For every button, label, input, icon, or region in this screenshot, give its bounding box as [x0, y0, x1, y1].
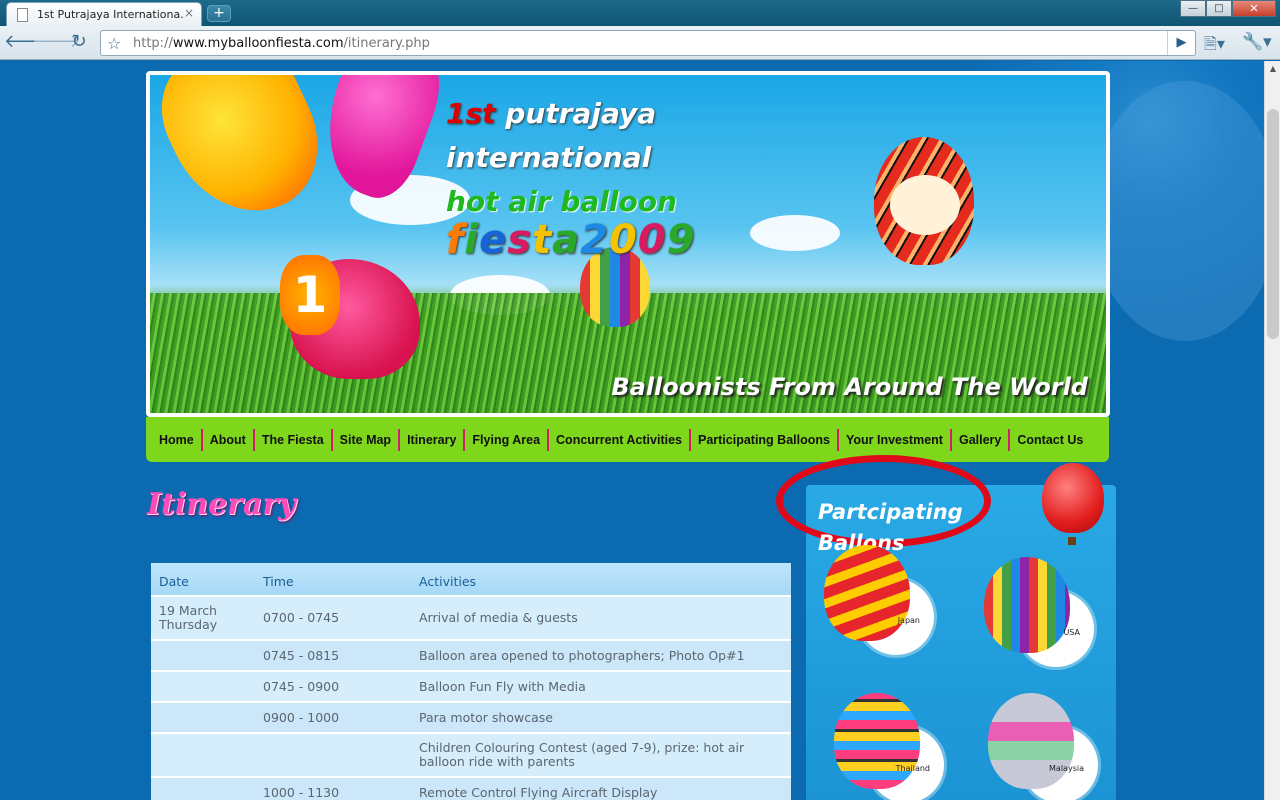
cell-time: 0700 - 0745 — [255, 595, 411, 640]
window-controls: — □ ✕ — [1180, 0, 1276, 18]
page-scrollbar[interactable]: ▲ — [1264, 61, 1280, 800]
cell-activity: Children Colouring Contest (aged 7-9), p… — [411, 732, 791, 777]
nav-your-investment[interactable]: Your Investment — [839, 428, 952, 451]
minimize-button[interactable]: — — [1180, 0, 1206, 17]
cloud — [750, 215, 840, 251]
url-text[interactable]: http://www.myballoonfiesta.com/itinerary… — [133, 36, 430, 51]
address-bar[interactable]: ☆ http://www.myballoonfiesta.com/itinera… — [100, 30, 1196, 56]
table-row: 19 March Thursday 0700 - 0745 Arrival of… — [151, 595, 791, 640]
maximize-button[interactable]: □ — [1206, 0, 1232, 17]
scroll-up-icon[interactable]: ▲ — [1265, 61, 1280, 77]
cell-activity: Remote Control Flying Aircraft Display — [411, 776, 791, 800]
fish-number: 1 — [280, 255, 340, 335]
back-icon[interactable]: 🡐 — [4, 30, 52, 56]
table-header-row: Date Time Activities — [151, 563, 791, 596]
table-row: 1000 - 1130 Remote Control Flying Aircra… — [151, 776, 791, 800]
cell-time: 0745 - 0815 — [255, 639, 411, 671]
banner-title-line1: 1st putrajaya — [446, 97, 657, 130]
thailand-balloon-image — [834, 693, 920, 789]
star-icon[interactable]: ☆ — [107, 34, 121, 53]
red-balloon-icon — [1042, 463, 1104, 533]
new-tab-button[interactable]: + — [207, 5, 231, 22]
cell-date — [151, 701, 255, 733]
tiger-face — [890, 175, 960, 235]
background-decoration — [1090, 81, 1264, 341]
nav-gallery[interactable]: Gallery — [952, 428, 1011, 451]
balloon-card-malaysia[interactable]: Malaysia — [988, 693, 1098, 800]
wrench-icon[interactable]: 🔧▾ — [1242, 32, 1272, 52]
tab-close-icon[interactable]: × — [184, 6, 194, 20]
page-viewport: 1 1st putrajaya international hot air ba… — [0, 61, 1264, 800]
tab-title: 1st Putrajaya Internationa... — [37, 8, 185, 21]
country-label: Malaysia — [1049, 764, 1084, 773]
usa-balloon-image — [984, 557, 1070, 653]
cell-activity: Para motor showcase — [411, 701, 791, 733]
banner-title-line2: international — [446, 141, 652, 174]
cell-time — [255, 732, 411, 777]
balloon-basket — [1068, 537, 1076, 545]
balloon-card-usa[interactable]: USA — [984, 557, 1094, 667]
table-row: 0745 - 0900 Balloon Fun Fly with Media — [151, 670, 791, 702]
reload-icon[interactable]: ↻ — [66, 30, 92, 56]
cell-date — [151, 670, 255, 702]
table-row: 0900 - 1000 Para motor showcase — [151, 701, 791, 733]
nav-about[interactable]: About — [203, 428, 255, 451]
table-row: Children Colouring Contest (aged 7-9), p… — [151, 732, 791, 777]
header-banner: 1 1st putrajaya international hot air ba… — [146, 71, 1110, 417]
cell-activity: Arrival of media & guests — [411, 595, 791, 640]
main-nav: Home About The Fiesta Site Map Itinerary… — [146, 417, 1109, 462]
url-host: www.myballoonfiesta.com — [172, 36, 344, 51]
japan-balloon-image — [824, 545, 910, 641]
cell-date — [151, 776, 255, 800]
balloon-card-thailand[interactable]: Thailand — [834, 693, 944, 800]
nav-itinerary[interactable]: Itinerary — [400, 428, 466, 451]
page-title: Itinerary — [147, 487, 296, 522]
table-row: 0745 - 0815 Balloon area opened to photo… — [151, 639, 791, 671]
country-label: Japan — [897, 616, 920, 625]
page-icon — [17, 8, 28, 22]
nav-contact-us[interactable]: Contact Us — [1010, 429, 1090, 451]
page-menu-icon[interactable]: 🗎▾ — [1204, 33, 1225, 60]
nav-the-fiesta[interactable]: The Fiesta — [255, 428, 333, 451]
browser-toolbar: 🡐 🡒 ↻ ☆ http://www.myballoonfiesta.com/i… — [0, 26, 1280, 60]
balloon-card-japan[interactable]: Japan — [824, 545, 934, 655]
cell-date — [151, 732, 255, 777]
nav-concurrent-activities[interactable]: Concurrent Activities — [549, 428, 691, 451]
forward-icon[interactable]: 🡒 — [32, 30, 80, 56]
country-label: Thailand — [895, 764, 930, 773]
nav-participating-balloons[interactable]: Participating Balloons — [691, 428, 839, 451]
itinerary-table: Date Time Activities 19 March Thursday 0… — [151, 563, 791, 800]
cell-date: 19 March Thursday — [151, 595, 255, 640]
scrollbar-thumb[interactable] — [1267, 109, 1279, 339]
yellow-balloon-image — [150, 75, 342, 237]
browser-tab[interactable]: 1st Putrajaya Internationa... × — [6, 2, 202, 26]
cell-time: 1000 - 1130 — [255, 776, 411, 800]
banner-title-line3: hot air balloon — [446, 185, 677, 218]
go-icon[interactable]: ▶ — [1167, 31, 1195, 55]
cell-date — [151, 639, 255, 671]
column-header-date: Date — [151, 563, 255, 596]
browser-titlebar: 1st Putrajaya Internationa... × + — □ ✕ — [0, 0, 1280, 26]
country-label: USA — [1063, 628, 1080, 637]
banner-slogan: Balloonists From Around The World — [611, 373, 1088, 401]
nav-site-map[interactable]: Site Map — [333, 428, 401, 451]
cell-activity: Balloon area opened to photographers; Ph… — [411, 639, 791, 671]
cell-activity: Balloon Fun Fly with Media — [411, 670, 791, 702]
banner-title-fiesta: fiesta2009 — [446, 217, 696, 263]
close-window-button[interactable]: ✕ — [1232, 0, 1276, 17]
malaysia-balloon-image — [988, 693, 1074, 789]
nav-flying-area[interactable]: Flying Area — [465, 428, 550, 451]
cell-time: 0745 - 0900 — [255, 670, 411, 702]
participating-balloons-panel: Partcipating Ballons Japan USA Thailand M… — [776, 455, 1116, 800]
cell-time: 0900 - 1000 — [255, 701, 411, 733]
nav-home[interactable]: Home — [152, 428, 203, 451]
column-header-time: Time — [255, 563, 411, 596]
column-header-activities: Activities — [411, 563, 791, 596]
